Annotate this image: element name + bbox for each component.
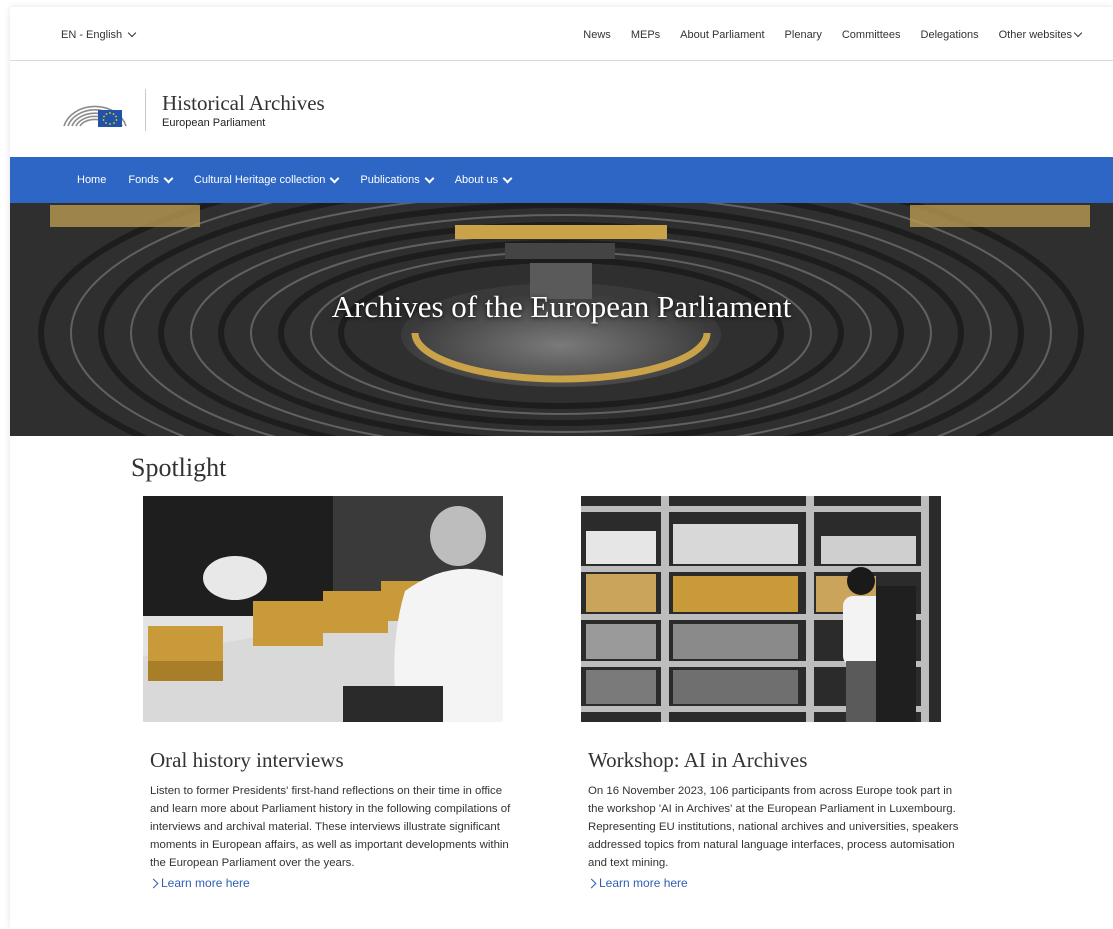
card-body: On 16 November 2023, 106 participants fr… bbox=[588, 785, 959, 869]
chevron-down-icon bbox=[127, 28, 137, 38]
nav-item-label: Fonds bbox=[128, 174, 159, 186]
spotlight-card: Oral history interviews Listen to former… bbox=[143, 496, 523, 890]
nav-item-label: Publications bbox=[360, 174, 420, 186]
eu-parliament-logo-icon bbox=[63, 105, 127, 127]
card-title: Workshop: AI in Archives bbox=[588, 748, 808, 772]
top-link-delegations[interactable]: Delegations bbox=[921, 29, 979, 41]
brand-title: Historical Archives bbox=[162, 90, 325, 115]
top-link-plenary[interactable]: Plenary bbox=[785, 29, 822, 41]
brand-subtitle: European Parliament bbox=[162, 116, 266, 129]
nav-item-fonds[interactable]: Fonds bbox=[117, 173, 183, 186]
chevron-down-icon bbox=[424, 173, 435, 183]
nav-item-home[interactable]: Home bbox=[66, 174, 117, 186]
nav-item-cultural-heritage[interactable]: Cultural Heritage collection bbox=[183, 173, 349, 186]
card-image[interactable] bbox=[581, 496, 941, 722]
chevron-right-icon bbox=[586, 878, 597, 888]
top-link-about-parliament[interactable]: About Parliament bbox=[680, 29, 764, 41]
learn-more-label: Learn more here bbox=[161, 876, 250, 890]
top-link-news[interactable]: News bbox=[583, 29, 611, 41]
chevron-right-icon bbox=[148, 878, 159, 888]
learn-more-link[interactable]: Learn more here bbox=[586, 876, 961, 890]
site-brand[interactable]: Historical Archives European Parliament bbox=[58, 86, 325, 134]
spotlight-heading: Spotlight bbox=[131, 453, 227, 482]
hero-title: Archives of the European Parliament bbox=[331, 289, 792, 324]
brand-divider bbox=[145, 89, 146, 131]
chevron-down-icon bbox=[329, 173, 340, 183]
top-utility-bar: EN - English News MEPs About Parliament … bbox=[10, 7, 1113, 61]
archives-library-photo bbox=[581, 496, 941, 722]
nav-item-label: About us bbox=[454, 174, 499, 186]
spotlight-card: Workshop: AI in Archives On 16 November … bbox=[581, 496, 961, 890]
chevron-down-icon bbox=[502, 173, 513, 183]
card-title: Oral history interviews bbox=[150, 748, 344, 772]
top-link-committees[interactable]: Committees bbox=[842, 29, 901, 41]
page-frame: EN - English News MEPs About Parliament … bbox=[10, 7, 1113, 929]
top-link-meps[interactable]: MEPs bbox=[631, 29, 660, 41]
language-selector[interactable]: EN - English bbox=[61, 28, 137, 41]
nav-item-publications[interactable]: Publications bbox=[349, 173, 443, 186]
nav-item-about-us[interactable]: About us bbox=[444, 173, 522, 186]
top-link-other-websites-label: Other websites bbox=[998, 29, 1072, 41]
brand-text: Historical Archives European Parliament bbox=[162, 92, 325, 129]
learn-more-label: Learn more here bbox=[599, 876, 688, 890]
card-body: Listen to former Presidents' first-hand … bbox=[150, 785, 511, 869]
language-label: EN - English bbox=[61, 29, 123, 41]
nav-item-label: Home bbox=[77, 174, 107, 186]
top-link-other-websites[interactable]: Other websites bbox=[998, 28, 1083, 41]
oral-history-photo bbox=[143, 496, 503, 722]
top-links: News MEPs About Parliament Plenary Commi… bbox=[563, 28, 1083, 41]
card-image[interactable] bbox=[143, 496, 503, 722]
learn-more-link[interactable]: Learn more here bbox=[148, 876, 523, 890]
nav-item-label: Cultural Heritage collection bbox=[193, 174, 326, 186]
chevron-down-icon bbox=[1073, 28, 1083, 38]
main-navigation: Home Fonds Cultural Heritage collection … bbox=[10, 157, 1113, 203]
chevron-down-icon bbox=[163, 173, 174, 183]
hero-banner: Archives of the European Parliament bbox=[10, 203, 1113, 436]
